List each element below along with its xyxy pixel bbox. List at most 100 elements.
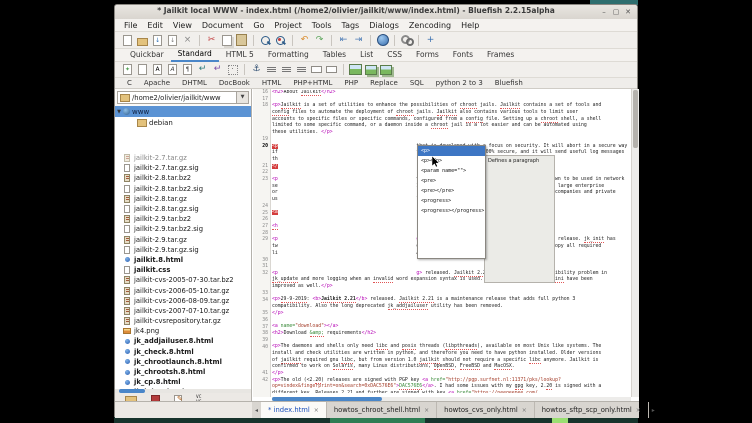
document-tab[interactable]: * index.html× [261, 402, 327, 418]
menu-go[interactable]: Go [248, 21, 269, 30]
quickbar-tab-list[interactable]: List [353, 49, 380, 61]
directory-combo[interactable]: /home2/olivier/jailkit/www ▼ [117, 91, 249, 104]
language-tab-php[interactable]: PHP [338, 79, 364, 87]
code-line[interactable]: </p> [272, 371, 631, 378]
code-line[interactable]: different key. Releases 2.21 and further… [272, 391, 631, 393]
tab-close-icon[interactable]: × [636, 407, 641, 414]
italic-icon[interactable]: A [166, 63, 179, 76]
titlebar[interactable]: * Jailkit local WWW - index.html (/home2… [115, 5, 637, 20]
language-tab-sql[interactable]: SQL [404, 79, 430, 87]
language-tab-bluefish[interactable]: Bluefish [489, 79, 529, 87]
file-list-item[interactable]: jailkit.css [115, 265, 251, 275]
autocomplete-item[interactable]: <progress></progress> [418, 206, 485, 216]
file-list-item[interactable]: jailkit-2.8.tar.gz [115, 194, 251, 204]
file-list-item[interactable]: jailkit.8.html [115, 255, 251, 265]
code-line[interactable] [272, 137, 631, 144]
quickbar-tab-tables[interactable]: Tables [316, 49, 353, 61]
document-tab[interactable]: howtos_sftp_scp_only.html× [535, 402, 649, 418]
autocomplete-item[interactable]: <progress> [418, 196, 485, 206]
file-list-item[interactable]: jailkit-2.7.tar.gz.sig [115, 163, 251, 173]
redo-icon[interactable]: ↷ [313, 34, 326, 47]
file-list-item[interactable]: jk_addjailuser.8.html [115, 336, 251, 346]
file-list-item[interactable]: jk_check.8.html [115, 347, 251, 357]
quickbar-tab-frames[interactable]: Frames [480, 49, 521, 61]
comment-icon[interactable] [310, 63, 323, 76]
body-icon[interactable] [136, 63, 149, 76]
navigate-icon[interactable]: + [424, 34, 437, 47]
menu-document[interactable]: Document [197, 21, 248, 30]
new-doc-icon[interactable] [121, 34, 134, 47]
menu-tools[interactable]: Tools [307, 21, 337, 30]
file-list-item[interactable]: jk4.png [115, 326, 251, 336]
language-tab-apache[interactable]: Apache [138, 79, 176, 87]
maximize-button[interactable]: ▢ [611, 7, 621, 17]
code-line[interactable]: <h2>Download &amp; requirements</h2> [272, 331, 631, 338]
line-break-icon[interactable]: ↵ [196, 63, 209, 76]
document-tab[interactable]: howtos_cvs_only.html× [437, 402, 535, 418]
file-list-item[interactable]: jk_chrootlaunch.8.html [115, 357, 251, 367]
cut-icon[interactable]: ✂ [205, 34, 218, 47]
anchor-icon[interactable]: ⚓ [250, 63, 263, 76]
email-icon[interactable] [325, 63, 338, 76]
multi-thumbnail-icon[interactable] [379, 63, 392, 76]
language-tab-dhtml[interactable]: DHTML [176, 79, 213, 87]
tab-close-icon[interactable]: × [314, 407, 319, 414]
save-icon[interactable]: ↓ [151, 34, 164, 47]
code-line[interactable]: op=vindex&fingerprint=on&search=0xDAC576… [272, 384, 631, 391]
quickbar-tab-fonts[interactable]: Fonts [446, 49, 480, 61]
file-list-item[interactable]: jailkit-cvs-2006-05-10.tar.gz [115, 285, 251, 295]
find-icon[interactable] [259, 34, 272, 47]
code-line[interactable]: <p>29-9-2019: <b>Jailkit 2.21</b> releas… [272, 297, 631, 304]
code-line[interactable]: <p>The daemons and shells only need libc… [272, 344, 631, 351]
code-line[interactable]: confirmed to work on Solaris, many Linux… [272, 364, 631, 371]
file-list-item[interactable]: jk_cp.8.html [115, 377, 251, 387]
copy-icon[interactable] [220, 34, 233, 47]
tab-close-icon[interactable]: × [424, 407, 429, 414]
file-list-item[interactable]: jailkit-2.9.tar.bz2 [115, 214, 251, 224]
break-clear-icon[interactable]: ↵ [211, 63, 224, 76]
autocomplete-item[interactable]: <p> [418, 146, 485, 156]
language-tab-c[interactable]: C [121, 79, 138, 87]
center-icon[interactable] [280, 63, 293, 76]
tree-expander-icon[interactable]: ▼ [115, 109, 123, 115]
menu-tags[interactable]: Tags [337, 21, 365, 30]
menu-help[interactable]: Help [456, 21, 484, 30]
code-line[interactable]: improved as well.</p> [272, 284, 631, 291]
file-list-item[interactable]: jk_chrootsh.8.html [115, 367, 251, 377]
indent-icon[interactable]: ⇥ [352, 34, 365, 47]
undo-icon[interactable]: ↶ [298, 34, 311, 47]
code-line[interactable]: install and check utilities are written … [272, 351, 631, 358]
code-line[interactable] [272, 264, 631, 271]
file-list-item[interactable]: jailkit-2.8.tar.gz.sig [115, 204, 251, 214]
nbsp-icon[interactable]: · [226, 63, 239, 76]
combo-dropdown-arrow[interactable]: ▼ [236, 92, 248, 103]
code-line[interactable]: </p> [272, 311, 631, 318]
image-icon[interactable] [349, 63, 362, 76]
save-as-icon[interactable]: ↓ [166, 34, 179, 47]
menu-project[interactable]: Project [269, 21, 306, 30]
file-list-item[interactable]: jailkit-cvs-2006-08-09.tar.gz [115, 296, 251, 306]
thumbnail-icon[interactable] [364, 63, 377, 76]
file-list-item[interactable]: jailkit-cvsrepository.tar.gz [115, 316, 251, 326]
tab-close-icon[interactable]: × [522, 407, 527, 414]
code-editor[interactable]: 1617181920212223242526272829303132333435… [253, 89, 639, 401]
quickbar-tab-formatting[interactable]: Formatting [261, 49, 316, 61]
autocomplete-item[interactable]: <pre> [418, 176, 485, 186]
quickstart-icon[interactable]: ✦ [121, 63, 134, 76]
language-tab-php+html[interactable]: PHP+HTML [287, 79, 338, 87]
find-replace-icon[interactable] [274, 34, 287, 47]
quickbar-tab-css[interactable]: CSS [380, 49, 409, 61]
code-line[interactable]: <h2>About Jailkit</h2> [272, 90, 631, 97]
code-line[interactable]: these utilities. </p> [272, 130, 631, 137]
language-tab-replace[interactable]: Replace [364, 79, 404, 87]
menu-file[interactable]: File [119, 21, 142, 30]
unindent-icon[interactable]: ⇤ [337, 34, 350, 47]
menu-zencoding[interactable]: Zencoding [404, 21, 456, 30]
minimize-button[interactable]: – [599, 7, 609, 17]
code-line[interactable]: jk_update and more logging when an inval… [272, 277, 631, 284]
language-tab-html[interactable]: HTML [256, 79, 287, 87]
code-line[interactable]: config files to automate the deployment … [272, 110, 631, 117]
file-list-item[interactable]: jailkit-cvs-2007-07-10.tar.gz [115, 306, 251, 316]
file-list-item[interactable]: jailkit-2.9.tar.bz2.sig [115, 224, 251, 234]
file-list-item[interactable]: jailkit-2.9.tar.gz.sig [115, 245, 251, 255]
